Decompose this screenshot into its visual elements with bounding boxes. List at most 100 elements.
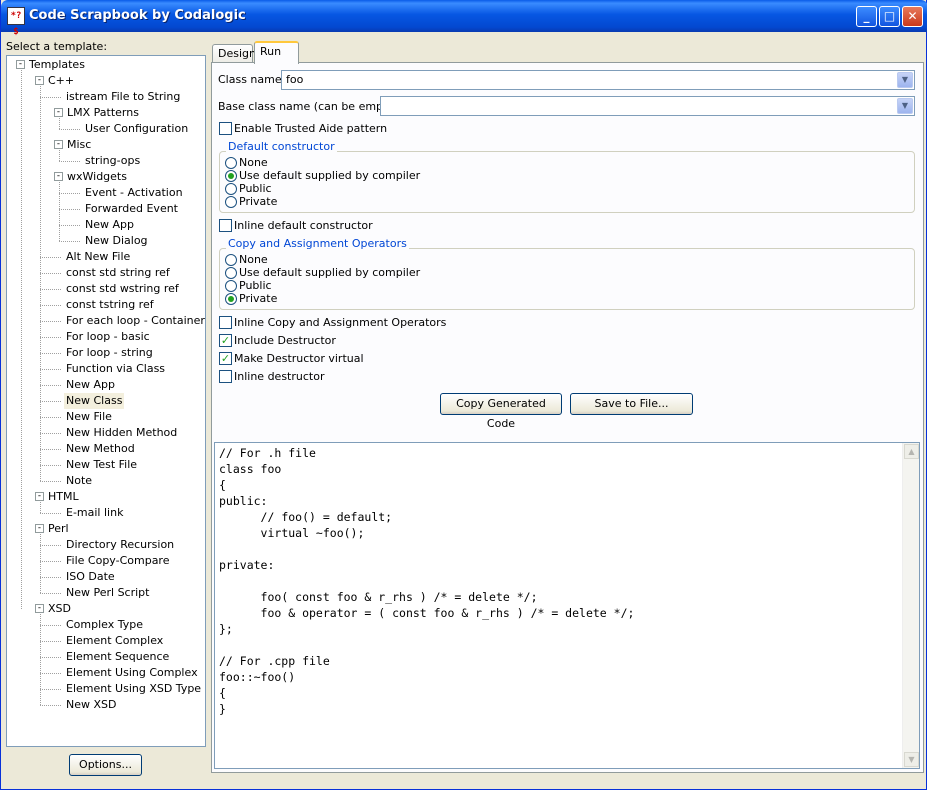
tree-collapse-icon[interactable]: - — [54, 172, 63, 181]
default-ctor-radio[interactable] — [225, 183, 237, 195]
tree-item[interactable]: File Copy-Compare — [64, 553, 171, 569]
default-ctor-radio[interactable] — [225, 196, 237, 208]
copy-assign-radio[interactable] — [225, 293, 237, 305]
tree-item[interactable]: New Class — [64, 393, 125, 409]
minimize-button[interactable]: _ — [856, 6, 877, 27]
tree-folder[interactable]: Templates — [27, 57, 87, 73]
tree-item[interactable]: Complex Type — [64, 617, 145, 633]
default-ctor-radio-label: Public — [239, 182, 272, 195]
tree-collapse-icon[interactable]: - — [54, 140, 63, 149]
tree-folder[interactable]: wxWidgets — [65, 169, 129, 185]
tree-item[interactable]: E-mail link — [64, 505, 125, 521]
tree-folder[interactable]: Perl — [46, 521, 71, 537]
tab-run[interactable]: Run — [254, 41, 299, 64]
tree-collapse-icon[interactable]: - — [35, 524, 44, 533]
enable-trusted-checkbox[interactable] — [219, 122, 232, 135]
tree-item[interactable]: string-ops — [83, 153, 142, 169]
tree-collapse-icon[interactable]: - — [54, 108, 63, 117]
title-bar[interactable]: *?$ Code Scrapbook by Codalogic _ □ ✕ — [1, 0, 927, 37]
tree-connector — [59, 193, 80, 194]
scroll-down-icon[interactable]: ▼ — [904, 752, 919, 767]
copy-generated-code-button[interactable]: Copy Generated Code — [440, 393, 562, 430]
virtual-dtor-checkbox[interactable]: ✓ — [219, 352, 232, 365]
code-line: virtual ~foo(); — [219, 526, 365, 540]
tree-connector — [40, 417, 61, 418]
tree-item[interactable]: Element Using XSD Type — [64, 681, 203, 697]
code-line: private: — [219, 558, 275, 572]
tree-item[interactable]: For loop - basic — [64, 329, 152, 345]
inline-copy-checkbox[interactable] — [219, 316, 232, 329]
template-tree[interactable]: - Templates - C++ istream File to String - LMX… — [6, 55, 206, 747]
tree-item[interactable]: Element Sequence — [64, 649, 171, 665]
tree-item[interactable]: For loop - string — [64, 345, 155, 361]
tree-collapse-icon[interactable]: - — [16, 60, 25, 69]
default-ctor-radio[interactable] — [225, 157, 237, 169]
tree-item[interactable]: Element Using Complex — [64, 665, 200, 681]
options-button[interactable]: Options... — [69, 754, 142, 776]
copy-assign-radio[interactable] — [225, 280, 237, 292]
tree-connector — [40, 305, 61, 306]
tree-item[interactable]: User Configuration — [83, 121, 190, 137]
maximize-button[interactable]: □ — [879, 6, 900, 27]
tree-folder[interactable]: HTML — [46, 489, 81, 505]
save-to-file-button[interactable]: Save to File... — [570, 393, 693, 415]
tree-connector — [40, 353, 61, 354]
tree-item[interactable]: istream File to String — [64, 89, 182, 105]
tree-item[interactable]: const tstring ref — [64, 297, 156, 313]
tree-collapse-icon[interactable]: - — [35, 604, 44, 613]
tree-item[interactable]: New App — [83, 217, 136, 233]
tree-item[interactable]: New Method — [64, 441, 137, 457]
tab-design[interactable]: Design — [212, 44, 256, 63]
tree-collapse-icon[interactable]: - — [35, 76, 44, 85]
inline-dtor-checkbox[interactable] — [219, 370, 232, 383]
tree-item[interactable]: Event - Activation — [83, 185, 185, 201]
copy-assign-radio-label: Private — [239, 292, 278, 305]
default-ctor-group-title: Default constructor — [226, 140, 337, 153]
tree-item[interactable]: Directory Recursion — [64, 537, 176, 553]
chevron-down-icon[interactable]: ▼ — [897, 98, 913, 114]
tree-item[interactable]: New Dialog — [83, 233, 150, 249]
tree-connector — [59, 225, 80, 226]
copy-assign-radio[interactable] — [225, 267, 237, 279]
tree-item[interactable]: For each loop - Container — [64, 313, 205, 329]
chevron-down-icon[interactable]: ▼ — [897, 72, 913, 88]
code-line: class foo — [219, 462, 282, 476]
minimize-icon: _ — [863, 9, 870, 23]
scroll-up-icon[interactable]: ▲ — [904, 444, 919, 459]
tree-item[interactable]: Element Complex — [64, 633, 165, 649]
generated-code-view[interactable]: ▲ ▼ // For .h file class foo {public: // f… — [214, 442, 920, 769]
code-line: { — [219, 686, 226, 700]
inline-default-ctor-checkbox[interactable] — [219, 219, 232, 232]
tree-item[interactable]: Note — [64, 473, 94, 489]
tree-item[interactable]: New Test File — [64, 457, 139, 473]
tree-folder[interactable]: C++ — [46, 73, 76, 89]
include-dtor-checkbox[interactable]: ✓ — [219, 334, 232, 347]
tree-connector — [59, 150, 60, 161]
tree-folder[interactable]: XSD — [46, 601, 73, 617]
close-button[interactable]: ✕ — [902, 6, 923, 27]
tree-item[interactable]: New App — [64, 377, 117, 393]
tree-folder[interactable]: Misc — [65, 137, 93, 153]
tree-item[interactable]: New Perl Script — [64, 585, 151, 601]
default-ctor-radio[interactable] — [225, 170, 237, 182]
tree-item[interactable]: New Hidden Method — [64, 425, 179, 441]
copy-assign-radio-label: Public — [239, 279, 272, 292]
base-class-combo[interactable]: ▼ — [380, 96, 915, 116]
tree-item[interactable]: const std string ref — [64, 265, 172, 281]
tree-item[interactable]: Alt New File — [64, 249, 132, 265]
tree-item[interactable]: ISO Date — [64, 569, 117, 585]
copy-assign-radio[interactable] — [225, 254, 237, 266]
code-scrollbar[interactable]: ▲ ▼ — [902, 443, 919, 768]
tree-connector — [40, 577, 61, 578]
tree-item[interactable]: New File — [64, 409, 114, 425]
tree-item[interactable]: New XSD — [64, 697, 118, 713]
tree-connector — [40, 481, 61, 482]
tree-item[interactable]: const std wstring ref — [64, 281, 181, 297]
tree-connector — [40, 673, 61, 674]
tree-collapse-icon[interactable]: - — [35, 492, 44, 501]
tree-folder[interactable]: LMX Patterns — [65, 105, 141, 121]
tree-connector — [40, 561, 61, 562]
tree-item[interactable]: Forwarded Event — [83, 201, 180, 217]
class-name-combo[interactable]: foo ▼ — [281, 70, 915, 90]
tree-item[interactable]: Function via Class — [64, 361, 167, 377]
